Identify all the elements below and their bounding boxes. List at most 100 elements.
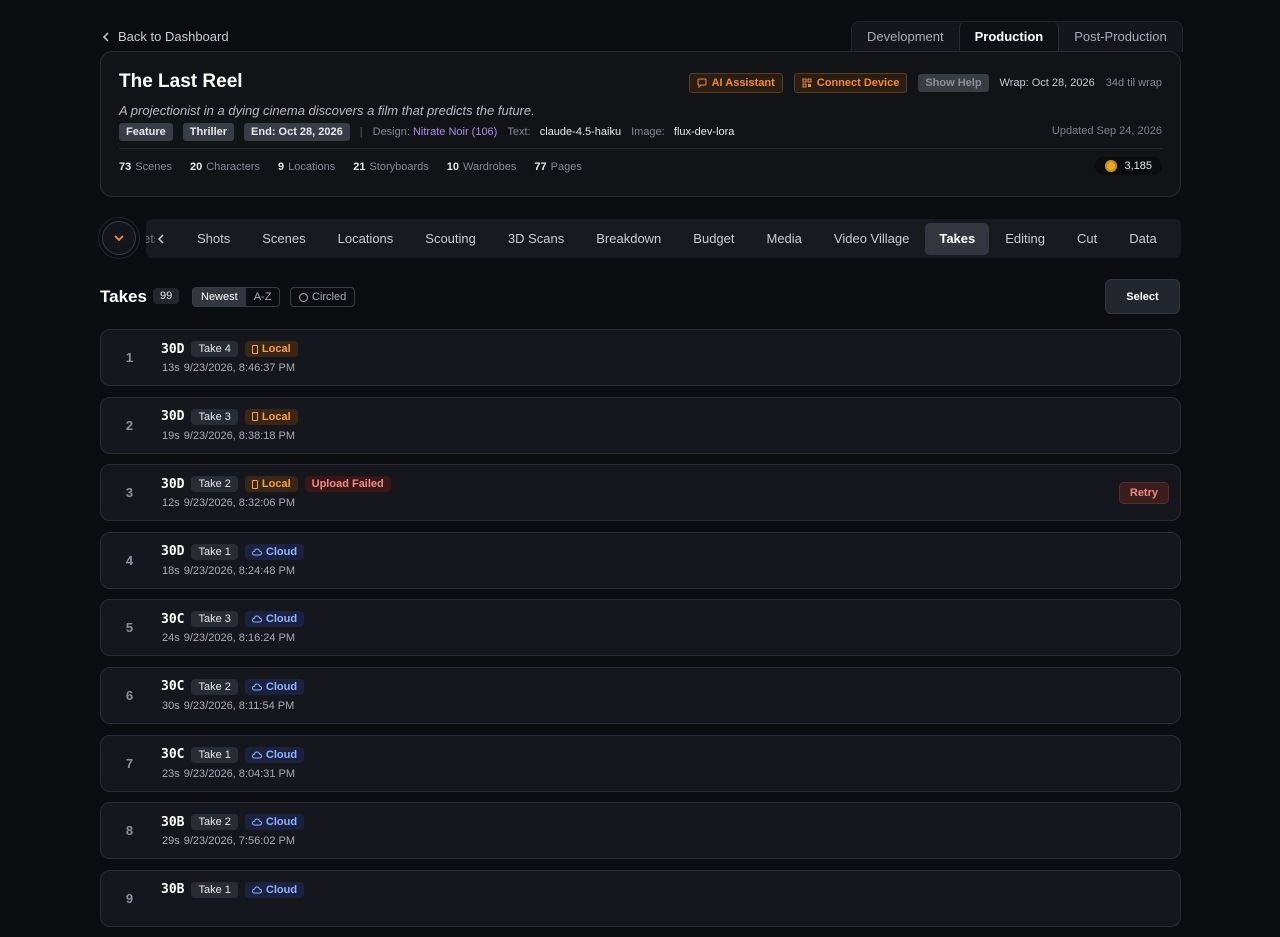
text-model-value: claude-4.5-haiku [539, 126, 622, 138]
circled-filter-button[interactable]: Circled [290, 287, 356, 307]
take-row[interactable]: 9 30B Take 1 Cloud [100, 869, 1181, 927]
take-row-header: 30B Take 1 Cloud [161, 881, 305, 898]
nav-item-data[interactable]: Data [1113, 223, 1172, 255]
scene-code: 30C [161, 679, 185, 695]
select-button[interactable]: Select [1105, 279, 1180, 314]
take-row[interactable]: 1 30D Take 4 Local 13s 9/23/2026, 8:46:37 PM [100, 329, 1181, 386]
storage-badge-local: Local [244, 476, 298, 493]
take-row-header: 30D Take 2 Local Upload Failed [161, 476, 391, 493]
take-timestamp: 9/23/2026, 8:24:48 PM [183, 564, 296, 577]
nav-item-takes[interactable]: Takes [925, 222, 990, 255]
take-row[interactable]: 8 30B Take 2 Cloud 29s 9/23/2026, 7:56:02 PM [100, 802, 1181, 860]
collapse-toggle-button[interactable] [102, 221, 136, 255]
text-model-label: Text: [507, 126, 531, 138]
ai-assistant-button[interactable]: AI Assistant [688, 73, 783, 93]
take-timestamp: 9/23/2026, 8:46:37 PM [183, 362, 296, 374]
storage-label: Cloud [265, 545, 298, 558]
storage-label: Local [261, 343, 291, 355]
cloud-icon [251, 548, 262, 556]
credits-value: 3,185 [1124, 160, 1152, 172]
take-timestamp: 9/23/2026, 8:11:54 PM [183, 699, 295, 712]
take-duration: 24s [162, 632, 180, 645]
nav-scroll-left[interactable] [155, 233, 167, 245]
project-title: The Last Reel [119, 71, 243, 92]
take-row-number: 7 [125, 755, 134, 771]
take-row[interactable]: 7 30C Take 1 Cloud 23s 9/23/2026, 8:04:31 PM [100, 734, 1181, 792]
take-badge: Take 2 [191, 814, 238, 831]
connect-device-button[interactable]: Connect Device [793, 73, 908, 93]
back-to-dashboard-link[interactable]: Back to Dashboard [100, 29, 229, 44]
take-row-meta: 24s 9/23/2026, 8:16:24 PM [162, 632, 295, 644]
storage-label: Cloud [265, 613, 298, 626]
storage-badge-cloud: Cloud [244, 678, 305, 695]
tab-post-production[interactable]: Post-Production [1059, 22, 1182, 52]
scene-code: 30D [161, 341, 185, 357]
take-row[interactable]: 5 30C Take 3 Cloud 24s 9/23/2026, 8:16:24 PM [100, 599, 1181, 657]
design-link[interactable]: Nitrate Noir (106) [413, 126, 497, 138]
take-duration: 13s [162, 362, 180, 374]
nav-item-cut[interactable]: Cut [1061, 223, 1113, 255]
take-row-number: 6 [125, 687, 134, 703]
nav-item-shots[interactable]: Shots [181, 223, 246, 255]
updated-date: Updated Sep 24, 2026 [1051, 125, 1162, 137]
take-badge: Take 3 [191, 408, 238, 425]
storage-label: Local [261, 410, 291, 423]
nav-item-3d-scans[interactable]: 3D Scans [492, 223, 580, 255]
take-row-number: 9 [125, 890, 134, 906]
scene-code: 30D [161, 409, 185, 425]
nav-item-locations[interactable]: Locations [322, 223, 410, 255]
credits-balance[interactable]: 3,185 [1095, 157, 1162, 175]
chevron-down-icon [114, 235, 124, 242]
take-row-header: 30C Take 2 Cloud [161, 678, 305, 695]
cloud-icon [251, 818, 262, 826]
take-row[interactable]: 6 30C Take 2 Cloud 30s 9/23/2026, 8:11:54 PM [100, 666, 1181, 724]
take-row-header: 30D Take 1 Cloud [161, 543, 305, 560]
project-tags: Feature Thriller End: Oct 28, 2026 | Des… [119, 123, 734, 141]
take-duration: 18s [162, 564, 180, 577]
nav-item-media[interactable]: Media [751, 223, 818, 255]
take-row-header: 30D Take 3 Local [161, 408, 298, 425]
qr-code-icon [802, 78, 812, 88]
take-row[interactable]: 2 30D Take 3 Local 19s 9/23/2026, 8:38:18 PM [100, 396, 1181, 454]
coin-icon [1105, 160, 1118, 172]
chevron-left-icon [157, 233, 164, 244]
take-row-number: 3 [125, 485, 134, 501]
nav-item-budget[interactable]: Budget [677, 223, 750, 255]
nav-item-scenes[interactable]: Scenes [246, 223, 321, 255]
take-timestamp: 9/23/2026, 7:56:02 PM [183, 835, 296, 848]
take-badge: Take 1 [191, 543, 238, 560]
take-row[interactable]: 3 30D Take 2 Local Upload Failed 12s 9/23/2026… [100, 464, 1181, 522]
storage-badge-cloud: Cloud [244, 611, 305, 628]
sort-az-button[interactable]: A-Z [246, 288, 280, 306]
storage-badge-cloud: Cloud [244, 814, 305, 831]
sort-newest-button[interactable]: Newest [193, 288, 246, 306]
take-duration: 30s [162, 699, 180, 712]
show-help-button[interactable]: Show Help [918, 74, 989, 92]
take-row-meta [162, 903, 166, 915]
take-badge: Take 4 [191, 341, 238, 357]
take-badge: Take 1 [191, 881, 238, 898]
nav-item-scouting[interactable]: Scouting [409, 223, 492, 255]
take-row-header: 30C Take 3 Cloud [161, 611, 305, 628]
chevron-left-icon [102, 31, 109, 42]
nav-item-video-village[interactable]: Video Village [818, 223, 925, 255]
take-duration: 12s [162, 497, 180, 510]
storage-badge-local: Local [244, 341, 298, 357]
take-row[interactable]: 4 30D Take 1 Cloud 18s 9/23/2026, 8:24:48 PM [100, 531, 1181, 589]
stat-pages: 77 Pages [534, 161, 582, 173]
tab-production[interactable]: Production [958, 22, 1060, 52]
scene-code: 30B [161, 882, 185, 898]
takes-list: 1 30D Take 4 Local 13s 9/23/2026, 8:46:37 PM 2… [100, 329, 1181, 937]
chat-bubble-icon [697, 78, 707, 88]
take-badge: Take 3 [191, 611, 238, 628]
tab-development[interactable]: Development [852, 22, 959, 52]
storage-badge-cloud: Cloud [244, 543, 305, 560]
take-row-meta: 12s 9/23/2026, 8:32:06 PM [162, 497, 295, 509]
nav-item-partial[interactable]: ets [146, 231, 155, 246]
nav-item-breakdown[interactable]: Breakdown [580, 223, 677, 255]
storage-label: Cloud [265, 748, 298, 761]
nav-item-editing[interactable]: Editing [989, 223, 1061, 255]
upload-failed-badge: Upload Failed [304, 476, 391, 493]
retry-button[interactable]: Retry [1118, 482, 1169, 505]
take-row-header: 30D Take 4 Local [161, 341, 298, 357]
